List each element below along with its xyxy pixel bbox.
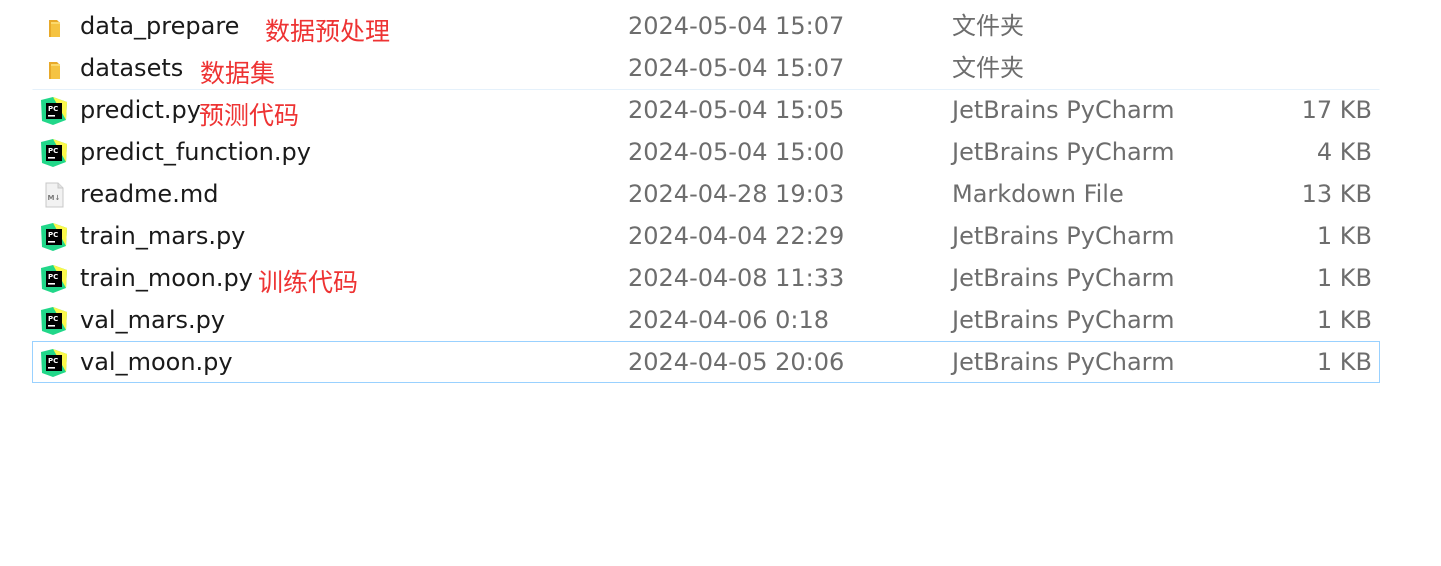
svg-text:PC: PC xyxy=(48,231,58,239)
file-date-modified: 2024-04-06 0:18 xyxy=(628,306,829,334)
pycharm-file-icon: PC xyxy=(41,139,67,167)
file-size: 1 KB xyxy=(1316,306,1372,334)
annotation-data-prepare: 数据预处理 xyxy=(265,17,391,46)
annotation-train: 训练代码 xyxy=(258,268,359,297)
pycharm-file-icon: PC xyxy=(41,223,67,251)
file-row[interactable]: PC train_mars.py 2024-04-04 22:29 JetBra… xyxy=(32,215,1380,257)
annotation-datasets: 数据集 xyxy=(200,59,276,88)
svg-text:PC: PC xyxy=(48,273,58,281)
folder-icon xyxy=(49,20,60,37)
file-size: 1 KB xyxy=(1316,348,1372,376)
file-date-modified: 2024-05-04 15:05 xyxy=(628,96,845,124)
annotation-predict: 预测代码 xyxy=(199,101,300,130)
file-row[interactable]: PC val_mars.py 2024-04-06 0:18 JetBrains… xyxy=(32,299,1380,341)
file-type: Markdown File xyxy=(952,180,1124,208)
file-name: data_prepare xyxy=(80,12,240,40)
folder-icon xyxy=(49,62,60,79)
file-size: 1 KB xyxy=(1316,264,1372,292)
file-row-focused[interactable]: PC val_moon.py 2024-04-05 20:06 JetBrain… xyxy=(32,341,1380,383)
file-row[interactable]: PC predict_function.py 2024-05-04 15:00 … xyxy=(32,131,1380,173)
file-row[interactable]: data_prepare 2024-05-04 15:07 文件夹 xyxy=(32,5,1380,47)
file-type: JetBrains PyCharm xyxy=(952,222,1175,250)
file-row[interactable]: M↓ readme.md 2024-04-28 19:03 Markdown F… xyxy=(32,173,1380,215)
pycharm-file-icon: PC xyxy=(41,265,67,293)
file-date-modified: 2024-05-04 15:07 xyxy=(628,54,845,82)
svg-text:PC: PC xyxy=(48,105,58,113)
file-date-modified: 2024-05-04 15:00 xyxy=(628,138,845,166)
file-date-modified: 2024-04-28 19:03 xyxy=(628,180,845,208)
file-name: train_mars.py xyxy=(80,222,246,250)
file-name: predict_function.py xyxy=(80,138,311,166)
svg-text:PC: PC xyxy=(48,357,58,365)
pycharm-file-icon: PC xyxy=(41,349,67,377)
pycharm-file-icon: PC xyxy=(41,307,67,335)
file-date-modified: 2024-04-05 20:06 xyxy=(628,348,845,376)
file-type: JetBrains PyCharm xyxy=(952,138,1175,166)
file-date-modified: 2024-04-04 22:29 xyxy=(628,222,845,250)
file-name: readme.md xyxy=(80,180,219,208)
file-type: JetBrains PyCharm xyxy=(952,348,1175,376)
file-name: val_moon.py xyxy=(80,348,233,376)
svg-text:M↓: M↓ xyxy=(48,194,61,202)
file-type: JetBrains PyCharm xyxy=(952,96,1175,124)
svg-text:PC: PC xyxy=(48,147,58,155)
file-date-modified: 2024-04-08 11:33 xyxy=(628,264,845,292)
file-name: train_moon.py xyxy=(80,264,253,292)
file-type: JetBrains PyCharm xyxy=(952,264,1175,292)
file-date-modified: 2024-05-04 15:07 xyxy=(628,12,845,40)
svg-text:PC: PC xyxy=(48,315,58,323)
file-size: 1 KB xyxy=(1316,222,1372,250)
markdown-file-icon: M↓ xyxy=(45,182,64,208)
file-row[interactable]: PC train_moon.py 2024-04-08 11:33 JetBra… xyxy=(32,257,1380,299)
pycharm-file-icon: PC xyxy=(41,97,67,125)
file-name: datasets xyxy=(80,54,184,82)
file-size: 13 KB xyxy=(1301,180,1372,208)
file-type: 文件夹 xyxy=(952,12,1024,40)
file-name: val_mars.py xyxy=(80,306,226,334)
file-type: 文件夹 xyxy=(952,54,1024,82)
file-type: JetBrains PyCharm xyxy=(952,306,1175,334)
file-size: 4 KB xyxy=(1316,138,1372,166)
file-name: predict.py xyxy=(80,96,201,124)
file-size: 17 KB xyxy=(1301,96,1372,124)
